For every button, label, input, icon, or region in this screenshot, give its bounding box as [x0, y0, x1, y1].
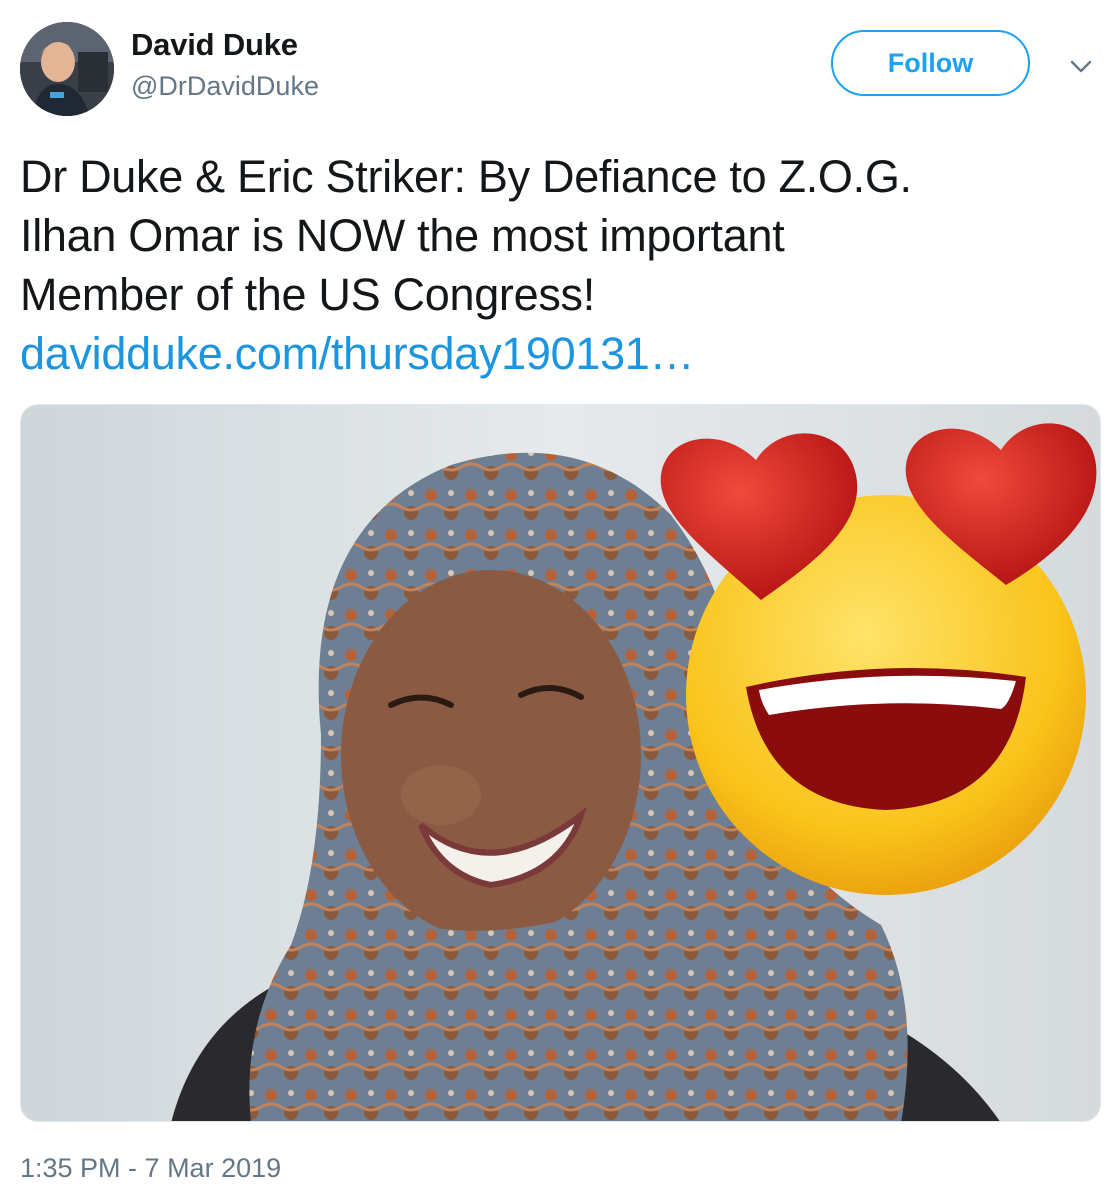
tweet-text-line: Member of the US Congress! — [20, 269, 595, 320]
tweet-timestamp[interactable]: 1:35 PM - 7 Mar 2019 — [20, 1152, 281, 1184]
tweet-text: Dr Duke & Eric Striker: By Defiance to Z… — [20, 147, 1110, 383]
tweet-media-photo[interactable] — [20, 404, 1101, 1122]
chevron-down-icon[interactable] — [1066, 54, 1096, 78]
tweet-link[interactable]: davidduke.com/thursday190131… — [20, 324, 1110, 383]
avatar-photo — [20, 22, 114, 116]
tweet-text-line: Dr Duke & Eric Striker: By Defiance to Z… — [20, 151, 912, 202]
tweet-card: David Duke @DrDavidDuke Follow Dr Duke &… — [0, 0, 1119, 1200]
avatar[interactable] — [20, 22, 114, 116]
tweet-text-line: Ilhan Omar is NOW the most important — [20, 210, 785, 261]
author-handle[interactable]: @DrDavidDuke — [131, 70, 319, 102]
follow-button[interactable]: Follow — [831, 30, 1030, 96]
photo — [21, 405, 1100, 1121]
author-display-name[interactable]: David Duke — [131, 27, 298, 63]
